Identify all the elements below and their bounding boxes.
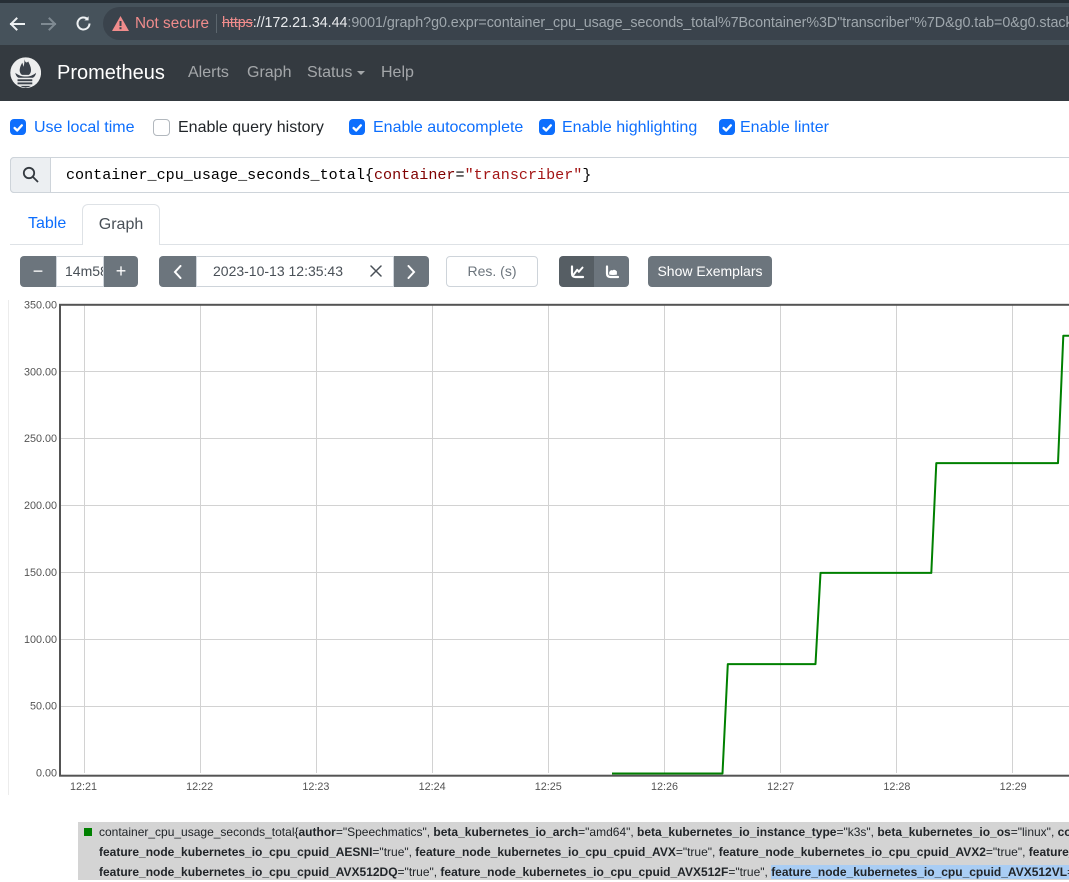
svg-text:150.00: 150.00 (24, 567, 57, 579)
svg-text:250.00: 250.00 (24, 433, 57, 445)
svg-text:12:28: 12:28 (883, 781, 910, 793)
svg-text:100.00: 100.00 (24, 634, 57, 646)
svg-text:12:27: 12:27 (767, 781, 794, 793)
svg-text:300.00: 300.00 (24, 366, 57, 378)
svg-text:12:24: 12:24 (419, 781, 446, 793)
svg-text:200.00: 200.00 (24, 500, 57, 512)
svg-text:12:21: 12:21 (70, 781, 97, 793)
svg-text:12:23: 12:23 (302, 781, 329, 793)
svg-text:12:22: 12:22 (186, 781, 213, 793)
svg-text:350.00: 350.00 (24, 300, 57, 312)
svg-text:12:26: 12:26 (651, 781, 678, 793)
svg-text:0.00: 0.00 (36, 768, 57, 780)
svg-text:50.00: 50.00 (30, 701, 57, 713)
svg-text:12:25: 12:25 (535, 781, 562, 793)
svg-text:12:29: 12:29 (1000, 781, 1027, 793)
